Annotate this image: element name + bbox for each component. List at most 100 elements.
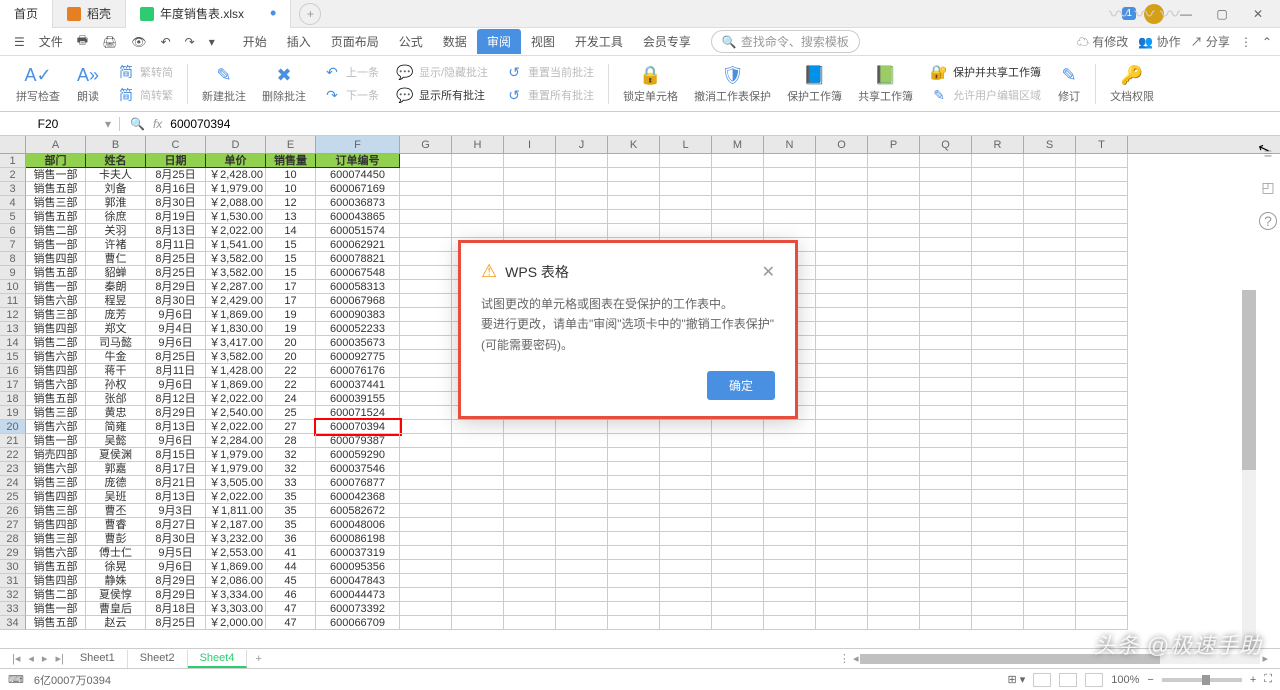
- zoom-in-button[interactable]: +: [1250, 674, 1256, 686]
- cell[interactable]: [972, 574, 1024, 588]
- sheet-tab-Sheet4[interactable]: Sheet4: [188, 650, 248, 668]
- cell[interactable]: 41: [266, 546, 316, 560]
- cell[interactable]: 8月25日: [146, 252, 206, 266]
- cell[interactable]: [556, 546, 608, 560]
- row-header[interactable]: 15: [0, 350, 26, 364]
- command-search[interactable]: 🔍 查找命令、搜索模板: [711, 30, 860, 53]
- cell[interactable]: [868, 406, 920, 420]
- cell[interactable]: [1076, 266, 1128, 280]
- cell[interactable]: [400, 238, 452, 252]
- save-icon[interactable]: 🖶: [71, 27, 94, 56]
- cell[interactable]: 销售三部: [26, 476, 86, 490]
- cell[interactable]: 25: [266, 406, 316, 420]
- menu-tab-会员专享[interactable]: 会员专享: [633, 29, 701, 54]
- row-header[interactable]: 18: [0, 392, 26, 406]
- cell[interactable]: [504, 574, 556, 588]
- cell[interactable]: [1076, 588, 1128, 602]
- cell[interactable]: [868, 378, 920, 392]
- cell[interactable]: [608, 420, 660, 434]
- cell[interactable]: 44: [266, 560, 316, 574]
- cell[interactable]: [660, 462, 712, 476]
- cell[interactable]: [972, 504, 1024, 518]
- menu-icon[interactable]: ☰: [8, 31, 31, 53]
- cell[interactable]: 600042368: [316, 490, 400, 504]
- cell[interactable]: 47: [266, 602, 316, 616]
- cell[interactable]: [920, 490, 972, 504]
- cell[interactable]: [972, 322, 1024, 336]
- cell[interactable]: [504, 616, 556, 630]
- cell[interactable]: [608, 448, 660, 462]
- cell[interactable]: [868, 336, 920, 350]
- cell[interactable]: 35: [266, 504, 316, 518]
- row-header[interactable]: 14: [0, 336, 26, 350]
- cell[interactable]: [504, 490, 556, 504]
- cell[interactable]: [1076, 378, 1128, 392]
- cell[interactable]: [816, 420, 868, 434]
- cell[interactable]: 35: [266, 490, 316, 504]
- ribbon-del-comment[interactable]: ✖删除批注: [256, 63, 312, 104]
- cell[interactable]: [1076, 350, 1128, 364]
- cell[interactable]: ￥2,022.00: [206, 392, 266, 406]
- header-cell[interactable]: 订单编号: [316, 154, 400, 168]
- cell[interactable]: 8月25日: [146, 350, 206, 364]
- col-header-Q[interactable]: Q: [920, 136, 972, 153]
- cell[interactable]: 8月21日: [146, 476, 206, 490]
- cell[interactable]: [1076, 210, 1128, 224]
- cell[interactable]: [868, 350, 920, 364]
- cell[interactable]: [1024, 616, 1076, 630]
- cell[interactable]: [816, 434, 868, 448]
- cell[interactable]: [660, 490, 712, 504]
- cell[interactable]: [1024, 532, 1076, 546]
- cell[interactable]: 600043865: [316, 210, 400, 224]
- cell[interactable]: [868, 476, 920, 490]
- cell[interactable]: [452, 574, 504, 588]
- col-header-O[interactable]: O: [816, 136, 868, 153]
- cell[interactable]: 傅士仁: [86, 546, 146, 560]
- cell[interactable]: [972, 490, 1024, 504]
- cell[interactable]: [920, 420, 972, 434]
- cell[interactable]: [1024, 294, 1076, 308]
- row-header[interactable]: 32: [0, 588, 26, 602]
- cell[interactable]: [452, 168, 504, 182]
- cell[interactable]: 销售六部: [26, 350, 86, 364]
- cell[interactable]: 销售三部: [26, 196, 86, 210]
- cell[interactable]: 22: [266, 378, 316, 392]
- cell[interactable]: [868, 546, 920, 560]
- cell[interactable]: [764, 448, 816, 462]
- cell[interactable]: [608, 168, 660, 182]
- cell[interactable]: [452, 616, 504, 630]
- cell[interactable]: ￥1,428.00: [206, 364, 266, 378]
- cell[interactable]: 32: [266, 448, 316, 462]
- cell[interactable]: [556, 448, 608, 462]
- cell[interactable]: [556, 490, 608, 504]
- header-cell[interactable]: 姓名: [86, 154, 146, 168]
- cell[interactable]: [1076, 280, 1128, 294]
- cell[interactable]: [400, 490, 452, 504]
- cell[interactable]: [1076, 224, 1128, 238]
- cell[interactable]: [556, 434, 608, 448]
- side-help-icon[interactable]: ?: [1259, 212, 1277, 230]
- cloud-modify[interactable]: ☁ 有修改: [1077, 33, 1128, 50]
- cell[interactable]: 夏侯惇: [86, 588, 146, 602]
- cell[interactable]: [972, 616, 1024, 630]
- cell[interactable]: 8月29日: [146, 588, 206, 602]
- cell[interactable]: 司马懿: [86, 336, 146, 350]
- cell[interactable]: [920, 462, 972, 476]
- row-header[interactable]: 31: [0, 574, 26, 588]
- cell[interactable]: 曹睿: [86, 518, 146, 532]
- row-header[interactable]: 10: [0, 280, 26, 294]
- row-header[interactable]: 19: [0, 406, 26, 420]
- cell[interactable]: [764, 602, 816, 616]
- cell[interactable]: [712, 616, 764, 630]
- cell[interactable]: [1076, 406, 1128, 420]
- row-header[interactable]: 33: [0, 602, 26, 616]
- sheet-tab-Sheet2[interactable]: Sheet2: [128, 650, 188, 668]
- cell[interactable]: 8月30日: [146, 196, 206, 210]
- cell[interactable]: 销售三部: [26, 308, 86, 322]
- cell[interactable]: [816, 560, 868, 574]
- cell[interactable]: 曹皇后: [86, 602, 146, 616]
- file-menu[interactable]: 文件: [33, 29, 69, 54]
- cell[interactable]: 静姝: [86, 574, 146, 588]
- cell[interactable]: 8月11日: [146, 364, 206, 378]
- cell[interactable]: [452, 224, 504, 238]
